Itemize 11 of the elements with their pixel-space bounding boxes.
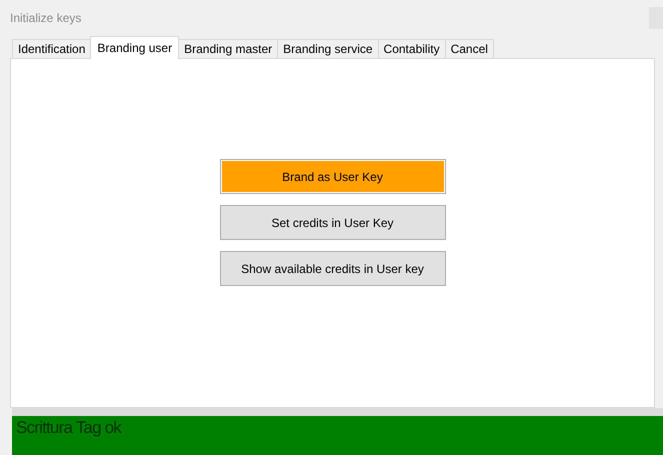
action-button[interactable]: Brand as User Key [220,159,446,194]
tab[interactable]: Cancel [444,39,494,58]
tab[interactable]: Branding master [178,39,278,58]
status-text: Scrittura Tag ok [16,418,121,437]
action-button[interactable]: Show available credits in User key [220,251,446,286]
tab[interactable]: Branding service [277,39,379,58]
tab[interactable]: Branding user [90,36,180,59]
window-title: Initialize keys [10,11,82,25]
tab[interactable]: Identification [12,39,92,58]
tab[interactable]: Contability [378,39,446,58]
action-button[interactable]: Set credits in User Key [220,205,446,240]
